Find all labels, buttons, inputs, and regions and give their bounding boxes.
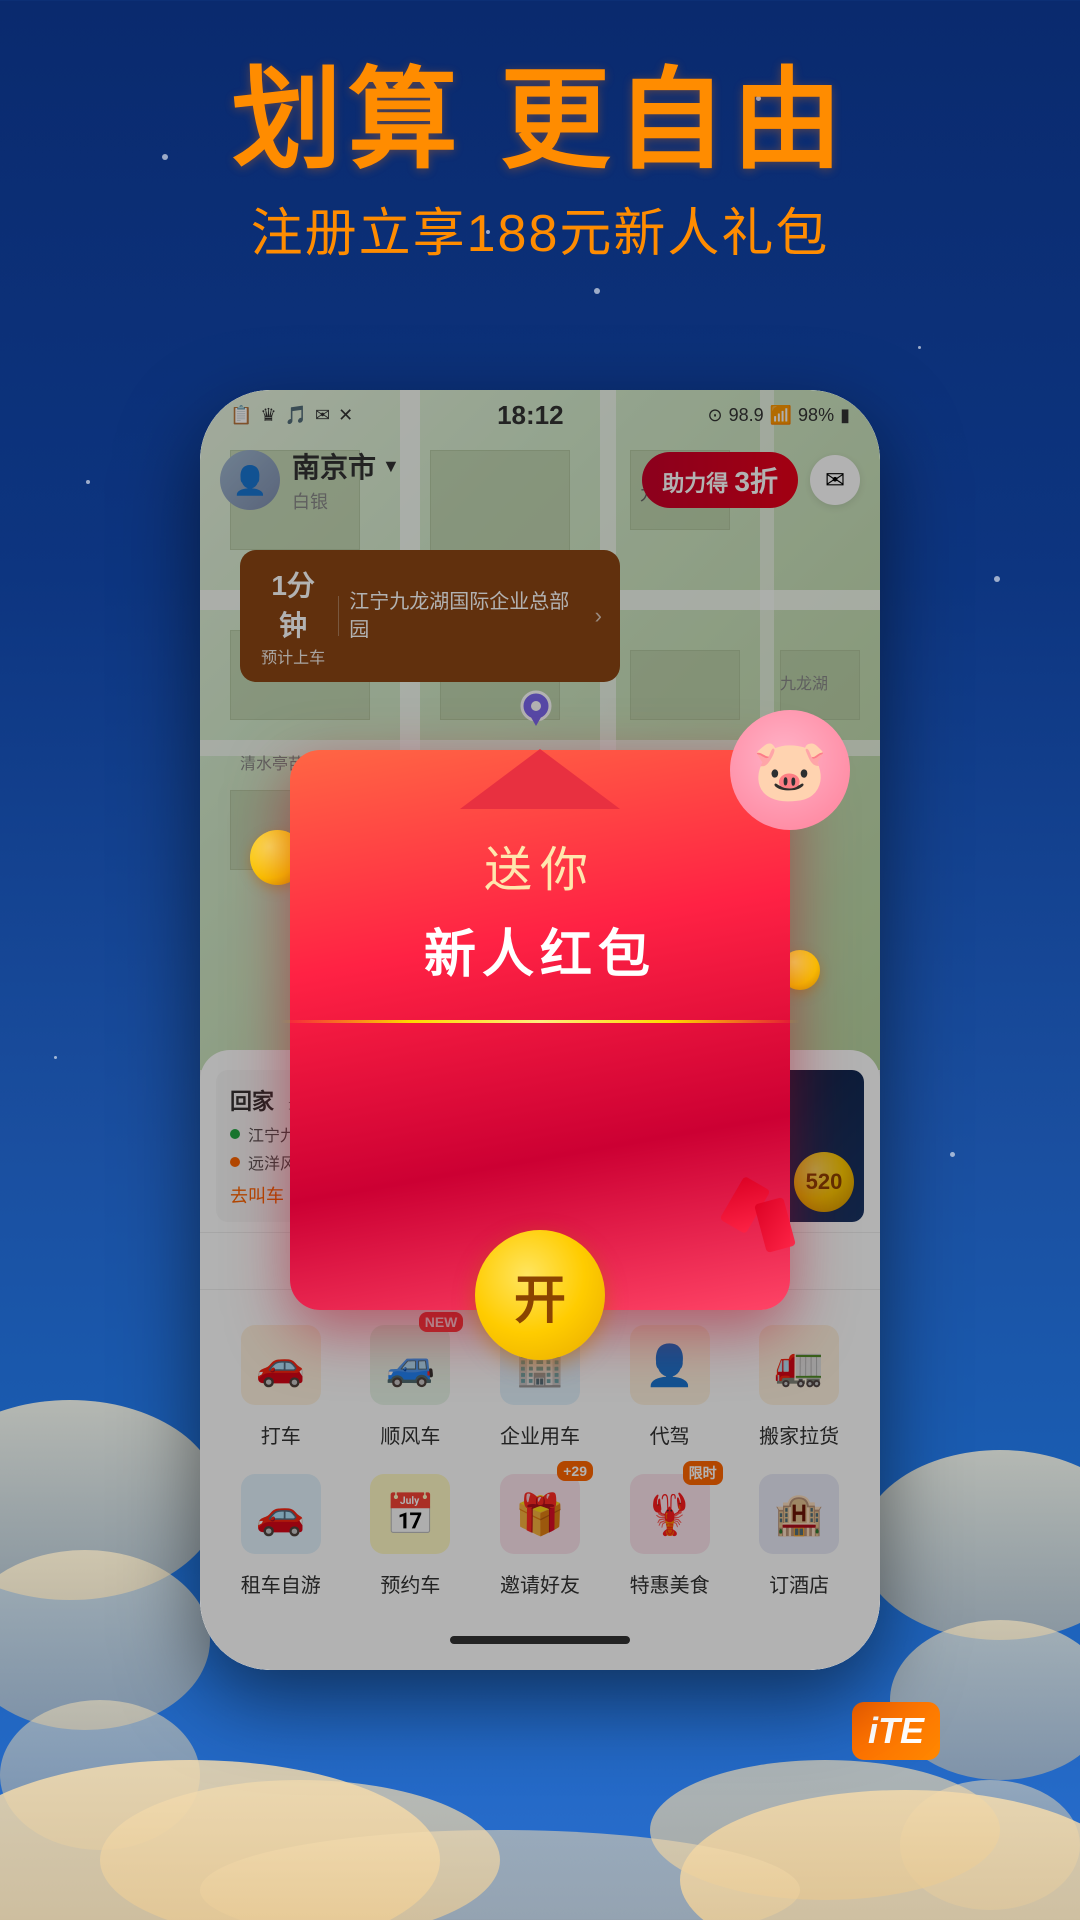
cloud-left-top — [0, 1400, 220, 1600]
cloud-bottom-center-left — [100, 1780, 500, 1920]
cloud-right-bottom — [900, 1780, 1080, 1910]
packet-fold — [460, 749, 620, 809]
rp-main-text: 新人红包 — [424, 912, 656, 987]
rp-send-text: 送你 — [484, 830, 596, 900]
red-piece-2 — [754, 1197, 796, 1253]
cloud-bottom-center-right — [650, 1760, 1000, 1900]
red-packet-card[interactable]: 🐷 送你 新人红包 开 — [290, 750, 790, 1310]
rp-divider-line — [280, 1020, 800, 1023]
cloud-right-top — [860, 1450, 1080, 1640]
ite-badge: iTE — [852, 1702, 940, 1760]
red-packet-container: ✦ ✦ ✦ 🐷 送你 新人红包 — [290, 750, 790, 1310]
piggy-deco: 🐷 — [730, 710, 850, 830]
cloud-left-mid — [0, 1550, 210, 1730]
cloud-bottom-left — [0, 1760, 440, 1920]
hero-main-title: 划算 更自由 — [0, 60, 1080, 181]
red-packet-overlay[interactable]: ✦ ✦ ✦ 🐷 送你 新人红包 — [200, 390, 880, 1670]
phone-inner: 九龙 九龙湖 清水亭苗路 📋 ♛ 🎵 ✉ ✕ 18:12 — [200, 390, 880, 1670]
hero-section: 划算 更自由 注册立享188元新人礼包 — [0, 60, 1080, 266]
cloud-bottom-center — [200, 1830, 800, 1920]
phone-mockup: 九龙 九龙湖 清水亭苗路 📋 ♛ 🎵 ✉ ✕ 18:12 — [200, 390, 880, 1670]
cloud-bottom-right — [680, 1790, 1080, 1920]
hero-sub-title: 注册立享188元新人礼包 — [0, 191, 1080, 266]
rp-open-button[interactable]: 开 — [475, 1230, 605, 1360]
cloud-left-bottom — [0, 1700, 200, 1850]
